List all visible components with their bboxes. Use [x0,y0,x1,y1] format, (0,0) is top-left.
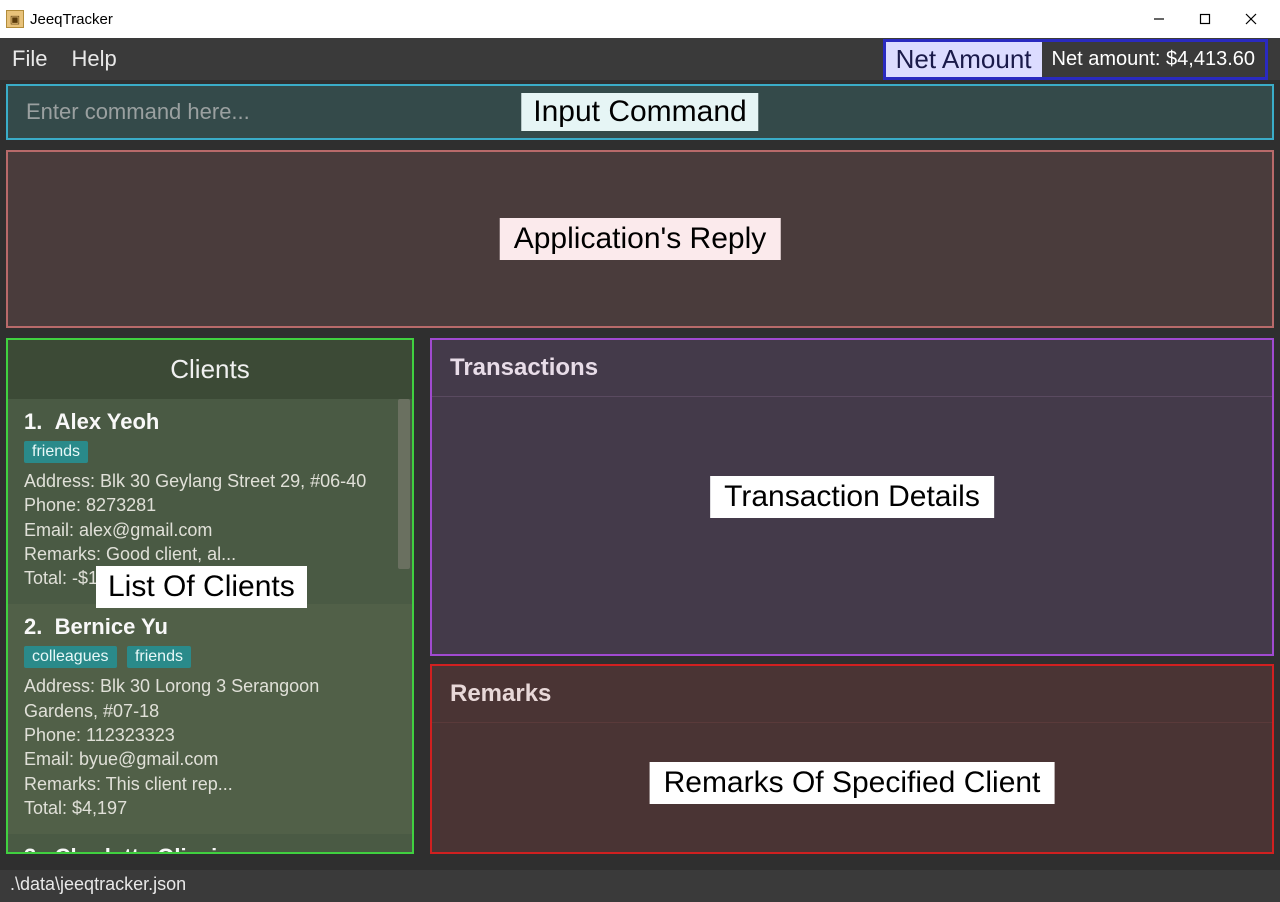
transactions-overlay-label: Transaction Details [710,476,994,518]
client-name: 3. Charlotte Oliveiro [24,844,396,852]
client-address: Address: Blk 30 Lorong 3 Serangoon Garde… [24,674,396,723]
window-close-button[interactable] [1228,0,1274,38]
clients-scrollbar[interactable] [398,399,410,569]
client-remarks: Remarks: Good client, al... [24,542,396,566]
command-input-row: Input Command [6,84,1274,140]
client-email: Email: alex@gmail.com [24,518,396,542]
clients-overlay-label: List Of Clients [96,566,307,608]
window-minimize-button[interactable] [1136,0,1182,38]
right-column: Transactions Transaction Details Remarks… [430,338,1274,854]
app-icon: ▣ [6,10,24,28]
menu-help[interactable]: Help [71,46,116,72]
statusbar-path: .\data\jeeqtracker.json [10,874,186,894]
net-amount-callout: Net Amount [883,39,1042,80]
net-amount-value: Net amount: $4,413.60 [1042,39,1268,80]
client-tags: friends [24,441,396,463]
client-email: Email: byue@gmail.com [24,747,396,771]
tag: colleagues [24,646,117,668]
app-title: JeeqTracker [30,11,113,28]
client-remarks: Remarks: This client rep... [24,772,396,796]
clients-header: Clients [8,340,412,399]
command-overlay-label: Input Command [521,93,758,131]
client-card[interactable]: 3. Charlotte Oliveiro neighbours [8,834,412,852]
reply-overlay-label: Application's Reply [500,218,781,260]
transactions-title: Transactions [432,340,1272,397]
remarks-overlay-label: Remarks Of Specified Client [650,762,1055,804]
client-address: Address: Blk 30 Geylang Street 29, #06-4… [24,469,396,493]
tag: friends [24,441,88,463]
window-titlebar: ▣ JeeqTracker [0,0,1280,38]
menubar: File Help Net Amount Net amount: $4,413.… [0,38,1280,80]
statusbar: .\data\jeeqtracker.json [0,870,1280,902]
close-icon [1245,13,1257,25]
client-phone: Phone: 8273281 [24,493,396,517]
remarks-title: Remarks [432,666,1272,723]
client-total: Total: $4,197 [24,796,396,820]
client-tags: colleagues friends [24,646,396,668]
window-maximize-button[interactable] [1182,0,1228,38]
client-phone: Phone: 112323323 [24,723,396,747]
clients-list[interactable]: 1. Alex Yeoh friends Address: Blk 30 Gey… [8,399,412,852]
remarks-panel: Remarks Remarks Of Specified Client [430,664,1274,854]
reply-panel: Application's Reply [6,150,1274,328]
maximize-icon [1199,13,1211,25]
menu-file[interactable]: File [12,46,47,72]
client-name: 2. Bernice Yu [24,614,396,640]
clients-panel: Clients 1. Alex Yeoh friends Address: Bl… [6,338,414,854]
minimize-icon [1153,13,1165,25]
client-card[interactable]: 2. Bernice Yu colleagues friends Address… [8,604,412,834]
main-region: Clients 1. Alex Yeoh friends Address: Bl… [6,338,1274,854]
client-name: 1. Alex Yeoh [24,409,396,435]
transactions-panel: Transactions Transaction Details [430,338,1274,656]
tag: friends [127,646,191,668]
